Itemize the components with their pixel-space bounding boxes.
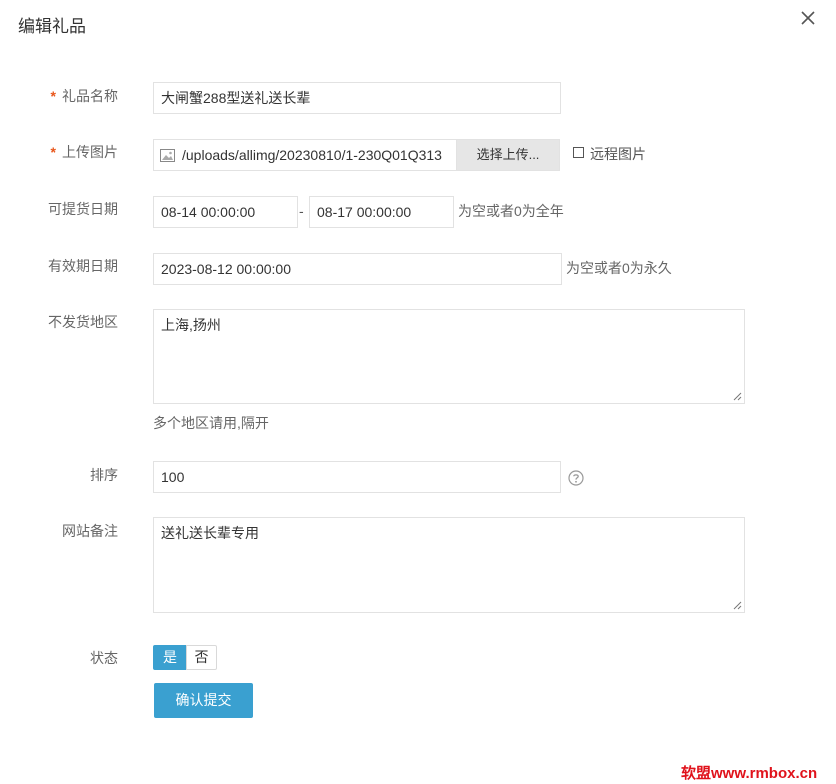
valid-date-label: 有效期日期 — [48, 258, 118, 274]
required-mark: * — [50, 88, 56, 104]
remote-image-label[interactable]: 远程图片 — [590, 144, 646, 164]
close-icon[interactable] — [796, 6, 820, 30]
gift-name-input[interactable]: 大闸蟹288型送礼送长辈 — [153, 82, 561, 114]
question-circle-icon[interactable] — [568, 470, 584, 486]
date-separator: - — [299, 203, 304, 219]
image-path-input[interactable]: /uploads/allimg/20230810/1-230Q01Q313 — [153, 139, 457, 171]
pickup-end-input[interactable]: 08-17 00:00:00 — [309, 196, 454, 228]
no-ship-region-label: 不发货地区 — [48, 314, 118, 330]
resize-grip-icon[interactable] — [733, 392, 742, 401]
remark-text: 送礼送长辈专用 — [161, 525, 259, 541]
valid-date-hint: 为空或者0为永久 — [566, 260, 672, 276]
no-ship-region-text: 上海,扬州 — [161, 317, 221, 333]
no-ship-region-hint: 多个地区请用,隔开 — [153, 415, 269, 431]
remark-textarea[interactable]: 送礼送长辈专用 — [153, 517, 745, 613]
gift-name-label-text: 礼品名称 — [62, 88, 118, 104]
required-mark: * — [50, 144, 56, 160]
dialog-title: 编辑礼品 — [18, 17, 86, 36]
watermark: 软盟www.rmbox.cn — [681, 765, 818, 782]
resize-grip-icon[interactable] — [733, 601, 742, 610]
gift-name-label: * 礼品名称 — [0, 86, 118, 106]
sort-label: 排序 — [90, 467, 118, 483]
upload-image-label: * 上传图片 — [0, 142, 118, 162]
upload-image-label-text: 上传图片 — [62, 144, 118, 160]
choose-upload-button[interactable]: 选择上传... — [456, 139, 560, 171]
image-path-text: /uploads/allimg/20230810/1-230Q01Q313 — [182, 147, 442, 163]
sort-input[interactable]: 100 — [153, 461, 561, 493]
valid-date-input[interactable]: 2023-08-12 00:00:00 — [153, 253, 562, 285]
status-no-option[interactable]: 否 — [186, 645, 217, 670]
remote-image-checkbox[interactable] — [573, 147, 584, 158]
pickup-start-input[interactable]: 08-14 00:00:00 — [153, 196, 298, 228]
pickup-hint: 为空或者0为全年 — [458, 203, 564, 219]
remark-label: 网站备注 — [62, 523, 118, 539]
status-yes-option[interactable]: 是 — [153, 645, 187, 670]
pickup-date-label: 可提货日期 — [48, 201, 118, 217]
status-label: 状态 — [90, 650, 118, 666]
submit-button[interactable]: 确认提交 — [154, 683, 253, 718]
no-ship-region-textarea[interactable]: 上海,扬州 — [153, 309, 745, 404]
image-icon — [160, 149, 175, 162]
